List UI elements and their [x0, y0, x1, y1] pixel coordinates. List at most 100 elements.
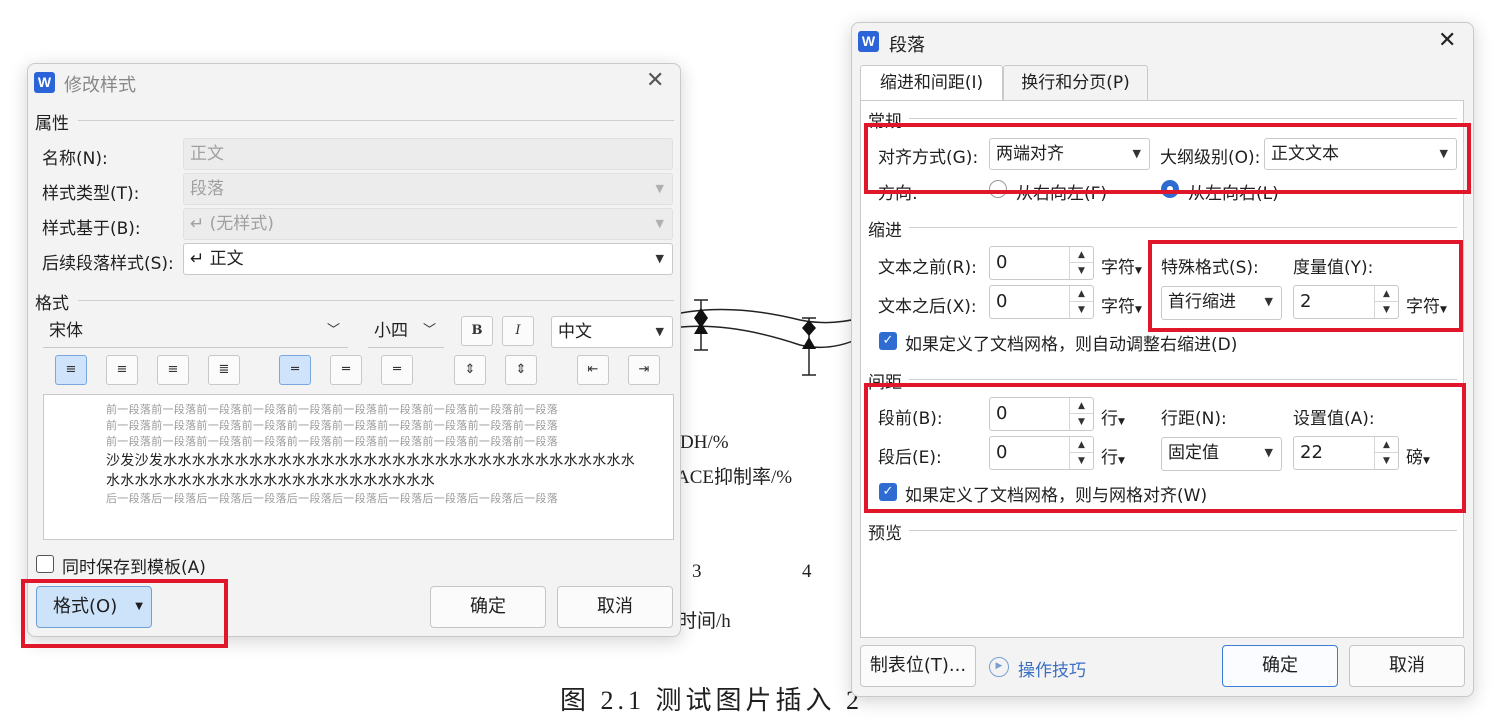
- snap-to-grid-checkbox[interactable]: ✓: [879, 483, 897, 501]
- play-icon[interactable]: ▶: [989, 657, 1009, 677]
- measure-value: 2: [1300, 291, 1312, 312]
- align-right-icon[interactable]: ≡: [157, 355, 189, 385]
- unit-label: 字符: [1101, 297, 1135, 317]
- special-format-select[interactable]: 首行缩进 ▼: [1161, 286, 1282, 320]
- space-before-stepper[interactable]: 0 ▲ ▼: [989, 397, 1094, 431]
- down-icon[interactable]: ▼: [1070, 302, 1093, 318]
- based-on-select[interactable]: ↵ (无样式) ▼: [183, 208, 673, 240]
- after-text-label: 文本之后(X):: [878, 297, 977, 317]
- chevron-down-icon: ▼: [1264, 446, 1273, 459]
- space-before-unit[interactable]: 行▼: [1101, 404, 1125, 429]
- down-icon[interactable]: ▼: [1375, 453, 1398, 469]
- font-select[interactable]: 宋体 ﹀: [43, 316, 348, 348]
- close-icon[interactable]: ✕: [646, 68, 664, 93]
- save-to-template-label: 同时保存到模板(A): [62, 558, 206, 578]
- close-icon[interactable]: ✕: [1438, 28, 1456, 53]
- chevron-down-icon: ▼: [655, 182, 664, 195]
- stepper-buttons[interactable]: ▲ ▼: [1374, 437, 1398, 469]
- save-to-template-checkbox[interactable]: [36, 555, 54, 573]
- direction-label: 方向:: [878, 184, 918, 204]
- after-text-stepper[interactable]: 0 ▲ ▼: [989, 285, 1094, 319]
- tab-line-page-breaks[interactable]: 换行和分页(P): [1003, 65, 1148, 101]
- ok-button[interactable]: 确定: [430, 586, 546, 628]
- stepper-buttons[interactable]: ▲ ▼: [1069, 437, 1093, 469]
- chevron-down-icon: ▼: [655, 252, 664, 265]
- alignment-select[interactable]: 两端对齐 ▼: [989, 138, 1150, 170]
- up-icon[interactable]: ▲: [1070, 286, 1093, 302]
- line-spacing-select[interactable]: 固定值 ▼: [1161, 437, 1282, 471]
- next-style-select[interactable]: ↵ 正文 ▼: [183, 243, 673, 275]
- chevron-down-icon: ▼: [1135, 266, 1142, 276]
- up-icon[interactable]: ▲: [1375, 286, 1398, 302]
- down-icon[interactable]: ▼: [1070, 263, 1093, 279]
- increase-indent-icon[interactable]: ⇥: [628, 355, 660, 385]
- outline-level-select[interactable]: 正文文本 ▼: [1264, 138, 1457, 170]
- auto-right-indent-checkbox[interactable]: ✓: [879, 332, 897, 350]
- align-left-icon[interactable]: ≡: [55, 355, 87, 385]
- measure-label: 度量值(Y):: [1293, 258, 1374, 278]
- increase-paragraph-spacing-icon[interactable]: ⇕: [454, 355, 486, 385]
- cancel-button[interactable]: 取消: [557, 586, 673, 628]
- align-center-icon[interactable]: ≡: [106, 355, 138, 385]
- ltr-radio[interactable]: [1161, 180, 1179, 198]
- chevron-down-icon: ▼: [1118, 417, 1125, 427]
- script-select[interactable]: 中文 ▼: [551, 316, 673, 348]
- up-icon[interactable]: ▲: [1375, 437, 1398, 453]
- unit-label: 字符: [1101, 258, 1135, 278]
- space-after-label: 段后(E):: [878, 448, 942, 468]
- stepper-buttons[interactable]: ▲ ▼: [1069, 286, 1093, 318]
- align-justify-icon[interactable]: ≣: [208, 355, 240, 385]
- down-icon[interactable]: ▼: [1375, 302, 1398, 318]
- measure-unit[interactable]: 字符▼: [1406, 292, 1447, 317]
- italic-button[interactable]: I: [502, 316, 534, 346]
- one-half-spacing-icon[interactable]: ═: [330, 355, 362, 385]
- tips-link[interactable]: 操作技巧: [1018, 656, 1086, 681]
- font-value: 宋体: [49, 321, 83, 341]
- stepper-buttons[interactable]: ▲ ▼: [1374, 286, 1398, 318]
- space-before-value: 0: [996, 403, 1008, 424]
- word-logo-icon: W: [34, 72, 55, 93]
- space-after-stepper[interactable]: 0 ▲ ▼: [989, 436, 1094, 470]
- up-icon[interactable]: ▲: [1070, 398, 1093, 414]
- bold-button[interactable]: B: [461, 316, 493, 346]
- tab-stops-button[interactable]: 制表位(T)...: [860, 645, 976, 687]
- divider: [78, 120, 674, 121]
- measure-stepper[interactable]: 2 ▲ ▼: [1293, 285, 1399, 319]
- style-type-label: 样式类型(T):: [42, 184, 140, 204]
- stepper-buttons[interactable]: ▲ ▼: [1069, 247, 1093, 279]
- size-select[interactable]: 小四 ﹀: [368, 316, 444, 348]
- decrease-paragraph-spacing-icon[interactable]: ⇕: [505, 355, 537, 385]
- preview-main-line: 沙发沙发水水水水水水水水水水水水水水水水水水水水水水水水水水水水水水水水水: [106, 453, 636, 469]
- rtl-label: 从右向左(F): [1016, 184, 1108, 204]
- chevron-down-icon: ▼: [655, 217, 664, 230]
- ok-button[interactable]: 确定: [1222, 645, 1338, 687]
- cancel-button[interactable]: 取消: [1349, 645, 1465, 687]
- space-after-unit[interactable]: 行▼: [1101, 443, 1125, 468]
- up-icon[interactable]: ▲: [1070, 437, 1093, 453]
- alignment-label: 对齐方式(G):: [878, 148, 979, 168]
- single-spacing-icon[interactable]: ═: [279, 355, 311, 385]
- after-text-unit[interactable]: 字符▼: [1101, 292, 1142, 317]
- tab-indent-spacing[interactable]: 缩进和间距(I): [860, 65, 1003, 101]
- rtl-radio[interactable]: [989, 180, 1007, 198]
- chevron-down-icon: ▼: [1423, 456, 1430, 466]
- double-spacing-icon[interactable]: ═: [381, 355, 413, 385]
- space-after-value: 0: [996, 442, 1008, 463]
- before-text-unit[interactable]: 字符▼: [1101, 253, 1142, 278]
- before-text-stepper[interactable]: 0 ▲ ▼: [989, 246, 1094, 280]
- down-icon[interactable]: ▼: [1070, 414, 1093, 430]
- set-value-unit[interactable]: 磅▼: [1406, 443, 1430, 468]
- preview-prev-line: 前一段落前一段落前一段落前一段落前一段落前一段落前一段落前一段落前一段落前一段落: [106, 435, 558, 448]
- stepper-buttons[interactable]: ▲ ▼: [1069, 398, 1093, 430]
- set-value-stepper[interactable]: 22 ▲ ▼: [1293, 436, 1399, 470]
- spacing-heading: 间距: [868, 373, 902, 393]
- down-icon[interactable]: ▼: [1070, 453, 1093, 469]
- divider: [78, 300, 674, 301]
- format-button[interactable]: 格式(O) ▼: [36, 586, 152, 628]
- style-type-select[interactable]: 段落 ▼: [183, 173, 673, 205]
- up-icon[interactable]: ▲: [1070, 247, 1093, 263]
- decrease-indent-icon[interactable]: ⇤: [577, 355, 609, 385]
- name-field[interactable]: 正文: [183, 138, 673, 170]
- chevron-down-icon: ▼: [655, 325, 664, 338]
- word-logo-icon: W: [858, 31, 879, 52]
